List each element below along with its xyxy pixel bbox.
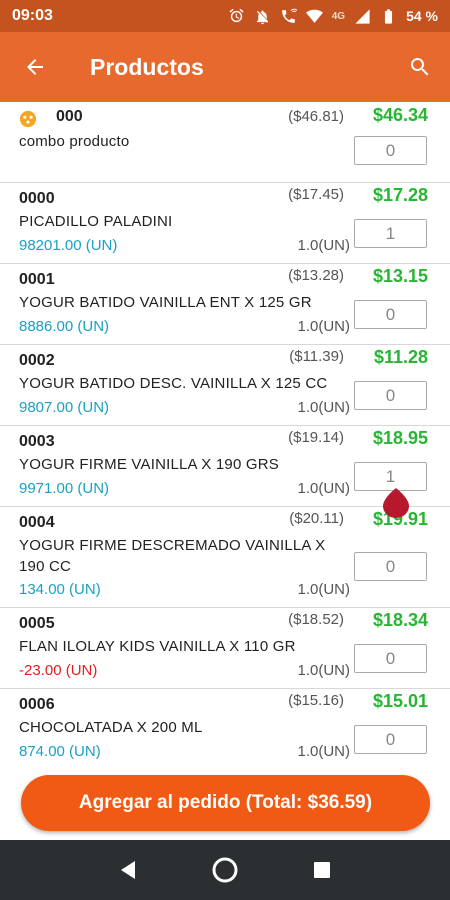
product-price: $46.34 — [372, 105, 428, 125]
status-time: 09:03 — [12, 7, 53, 24]
product-stock: 98201.00 (UN) — [19, 237, 118, 254]
battery-icon — [385, 8, 393, 24]
product-stock: -23.00 (UN) — [19, 662, 98, 679]
signal-icon — [355, 8, 370, 24]
system-nav-bar — [0, 840, 450, 900]
product-code: 0003 — [19, 433, 55, 450]
list-price: ($13.28) — [288, 267, 344, 284]
list-price: ($11.39) — [289, 348, 344, 365]
status-bar: 09:03 4G 54 % — [0, 0, 450, 32]
list-price: ($15.16) — [288, 692, 344, 709]
product-price: $18.95 — [372, 428, 428, 448]
square-recents-icon — [313, 862, 330, 878]
quantity-input[interactable]: 0 — [354, 136, 427, 165]
bell-off-icon — [256, 9, 268, 24]
status-icons: 4G 54 % — [228, 8, 438, 25]
list-item[interactable]: 0001 ($13.28) $13.15 YOGUR BATIDO VAINIL… — [0, 264, 450, 345]
product-list[interactable]: 000 ($46.81) $46.34 combo producto 0 000… — [0, 102, 450, 768]
product-unit: 1.0(UN) — [297, 318, 350, 335]
network-type-label: 4G — [331, 10, 346, 22]
product-code: 0004 — [19, 514, 55, 531]
list-price: ($17.45) — [288, 186, 344, 203]
quantity-input[interactable]: 0 — [354, 300, 427, 329]
quantity-input[interactable]: 0 — [354, 725, 427, 754]
add-to-order-button[interactable]: Agregar al pedido (Total: $36.59) — [21, 775, 430, 831]
product-name: PICADILLO PALADINI — [19, 213, 173, 230]
search-icon — [411, 58, 429, 76]
product-code: 0005 — [19, 615, 55, 632]
wifi-call-icon — [281, 8, 297, 23]
product-unit: 1.0(UN) — [297, 662, 350, 679]
product-name: YOGUR BATIDO DESC. VAINILLA X 125 CC — [19, 375, 328, 392]
product-unit: 1.0(UN) — [297, 399, 350, 416]
combo-icon — [19, 110, 37, 128]
wifi-icon — [305, 9, 323, 23]
list-price: ($19.14) — [288, 429, 344, 446]
list-item[interactable]: 0000 ($17.45) $17.28 PICADILLO PALADINI … — [0, 183, 450, 264]
quantity-input[interactable]: 0 — [354, 644, 427, 673]
list-item[interactable]: 0005 ($18.52) $18.34 FLAN ILOLAY KIDS VA… — [0, 608, 450, 689]
search-button[interactable] — [390, 32, 450, 102]
list-price: ($18.52) — [288, 611, 344, 628]
back-button[interactable] — [0, 32, 70, 102]
product-name: combo producto — [19, 133, 130, 150]
product-name: CHOCOLATADA X 200 ML — [19, 719, 203, 736]
product-code: 0001 — [19, 271, 55, 288]
product-price: $11.28 — [373, 347, 428, 367]
product-code: 000 — [56, 108, 83, 125]
nav-recents-button[interactable] — [297, 845, 347, 895]
nav-home-button[interactable] — [200, 845, 250, 895]
triangle-back-icon — [121, 861, 136, 879]
quantity-input[interactable]: 1 — [354, 462, 427, 491]
list-item[interactable]: 000 ($46.81) $46.34 combo producto 0 — [0, 102, 450, 183]
list-item[interactable]: 0006 ($15.16) $15.01 CHOCOLATADA X 200 M… — [0, 689, 450, 768]
product-price: $17.28 — [372, 185, 428, 205]
product-stock: 9971.00 (UN) — [19, 480, 110, 497]
product-unit: 1.0(UN) — [297, 581, 350, 598]
quantity-input[interactable]: 0 — [354, 381, 427, 410]
product-stock: 9807.00 (UN) — [19, 399, 110, 416]
footer: Agregar al pedido (Total: $36.59) — [0, 768, 450, 840]
product-unit: 1.0(UN) — [297, 743, 350, 760]
nav-back-button[interactable] — [103, 845, 153, 895]
quantity-input[interactable]: 0 — [354, 552, 427, 581]
product-stock: 134.00 (UN) — [19, 581, 101, 598]
page-title: Productos — [90, 53, 204, 80]
list-price: ($20.11) — [289, 510, 344, 527]
text-cursor-handle[interactable] — [383, 488, 409, 518]
product-code: 0006 — [19, 696, 55, 713]
battery-percent: 54 % — [406, 8, 438, 24]
product-name: YOGUR BATIDO VAINILLA ENT X 125 GR — [19, 294, 312, 311]
product-code: 0002 — [19, 352, 55, 369]
quantity-input[interactable]: 1 — [354, 219, 427, 248]
product-name: YOGUR FIRME DESCREMADO VAINILLA X 190 CC — [19, 537, 326, 575]
product-price: $15.01 — [372, 691, 428, 711]
app-bar: Productos — [0, 32, 450, 102]
product-stock: 8886.00 (UN) — [19, 318, 110, 335]
product-code: 0000 — [19, 190, 55, 207]
product-price: $13.15 — [372, 266, 428, 286]
circle-home-icon — [212, 857, 238, 883]
product-name: YOGUR FIRME VAINILLA X 190 GRS — [19, 456, 279, 473]
product-stock: 874.00 (UN) — [19, 743, 101, 760]
arrow-left-icon — [27, 59, 43, 75]
list-item[interactable]: 0002 ($11.39) $11.28 YOGUR BATIDO DESC. … — [0, 345, 450, 426]
product-price: $18.34 — [372, 610, 428, 630]
product-unit: 1.0(UN) — [297, 480, 350, 497]
list-price: ($46.81) — [288, 108, 344, 125]
list-item[interactable]: 0004 ($20.11) $19.91 YOGUR FIRME DESCREM… — [0, 507, 450, 608]
product-unit: 1.0(UN) — [297, 237, 350, 254]
alarm-icon — [229, 8, 244, 22]
product-name: FLAN ILOLAY KIDS VAINILLA X 110 GR — [19, 638, 296, 655]
